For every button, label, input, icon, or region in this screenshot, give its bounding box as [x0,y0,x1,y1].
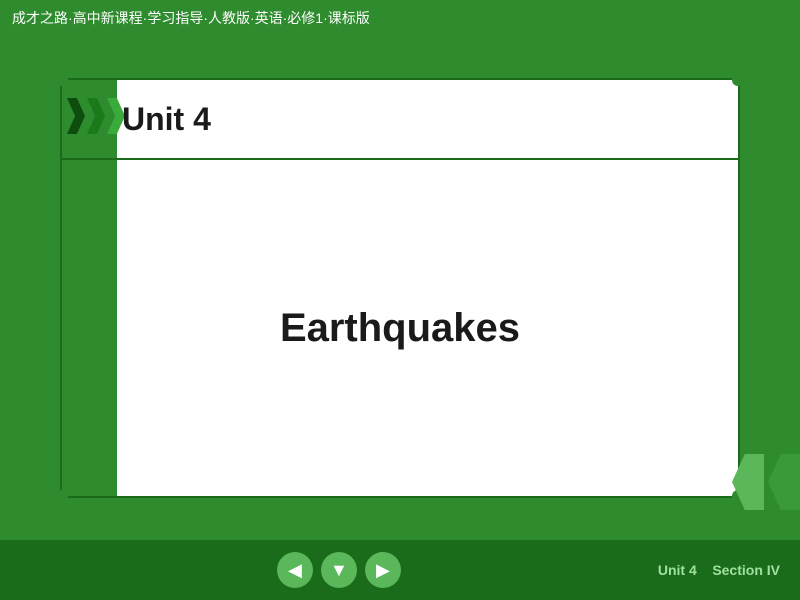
chevrons-right [732,454,800,510]
chevron-right-2 [768,454,800,510]
prev-button[interactable]: ◀ [277,552,313,588]
main-title: Earthquakes [280,306,520,351]
next-button[interactable]: ▶ [365,552,401,588]
footer-info: Unit 4 Section IV [658,562,780,578]
header-title: 成才之路·高中新课程·学习指导·人教版·英语·必修1·课标版 [12,8,370,28]
footer-bar: ◀ ▼ ▶ Unit 4 Section IV [0,540,800,600]
home-button[interactable]: ▼ [321,552,357,588]
nav-buttons: ◀ ▼ ▶ [20,552,658,588]
chevron-right-1 [732,454,764,510]
unit-title-bar: Unit 4 [62,80,738,160]
main-content: Unit 4 Earthquakes [0,36,800,540]
unit-title: Unit 4 [122,101,211,138]
footer-section: Section IV [712,562,780,578]
header-bar: 成才之路·高中新课程·学习指导·人教版·英语·必修1·课标版 [0,0,800,36]
footer-unit: Unit 4 [658,562,697,578]
slide-container: Unit 4 Earthquakes [60,78,740,498]
earthquakes-section: Earthquakes [62,160,738,496]
